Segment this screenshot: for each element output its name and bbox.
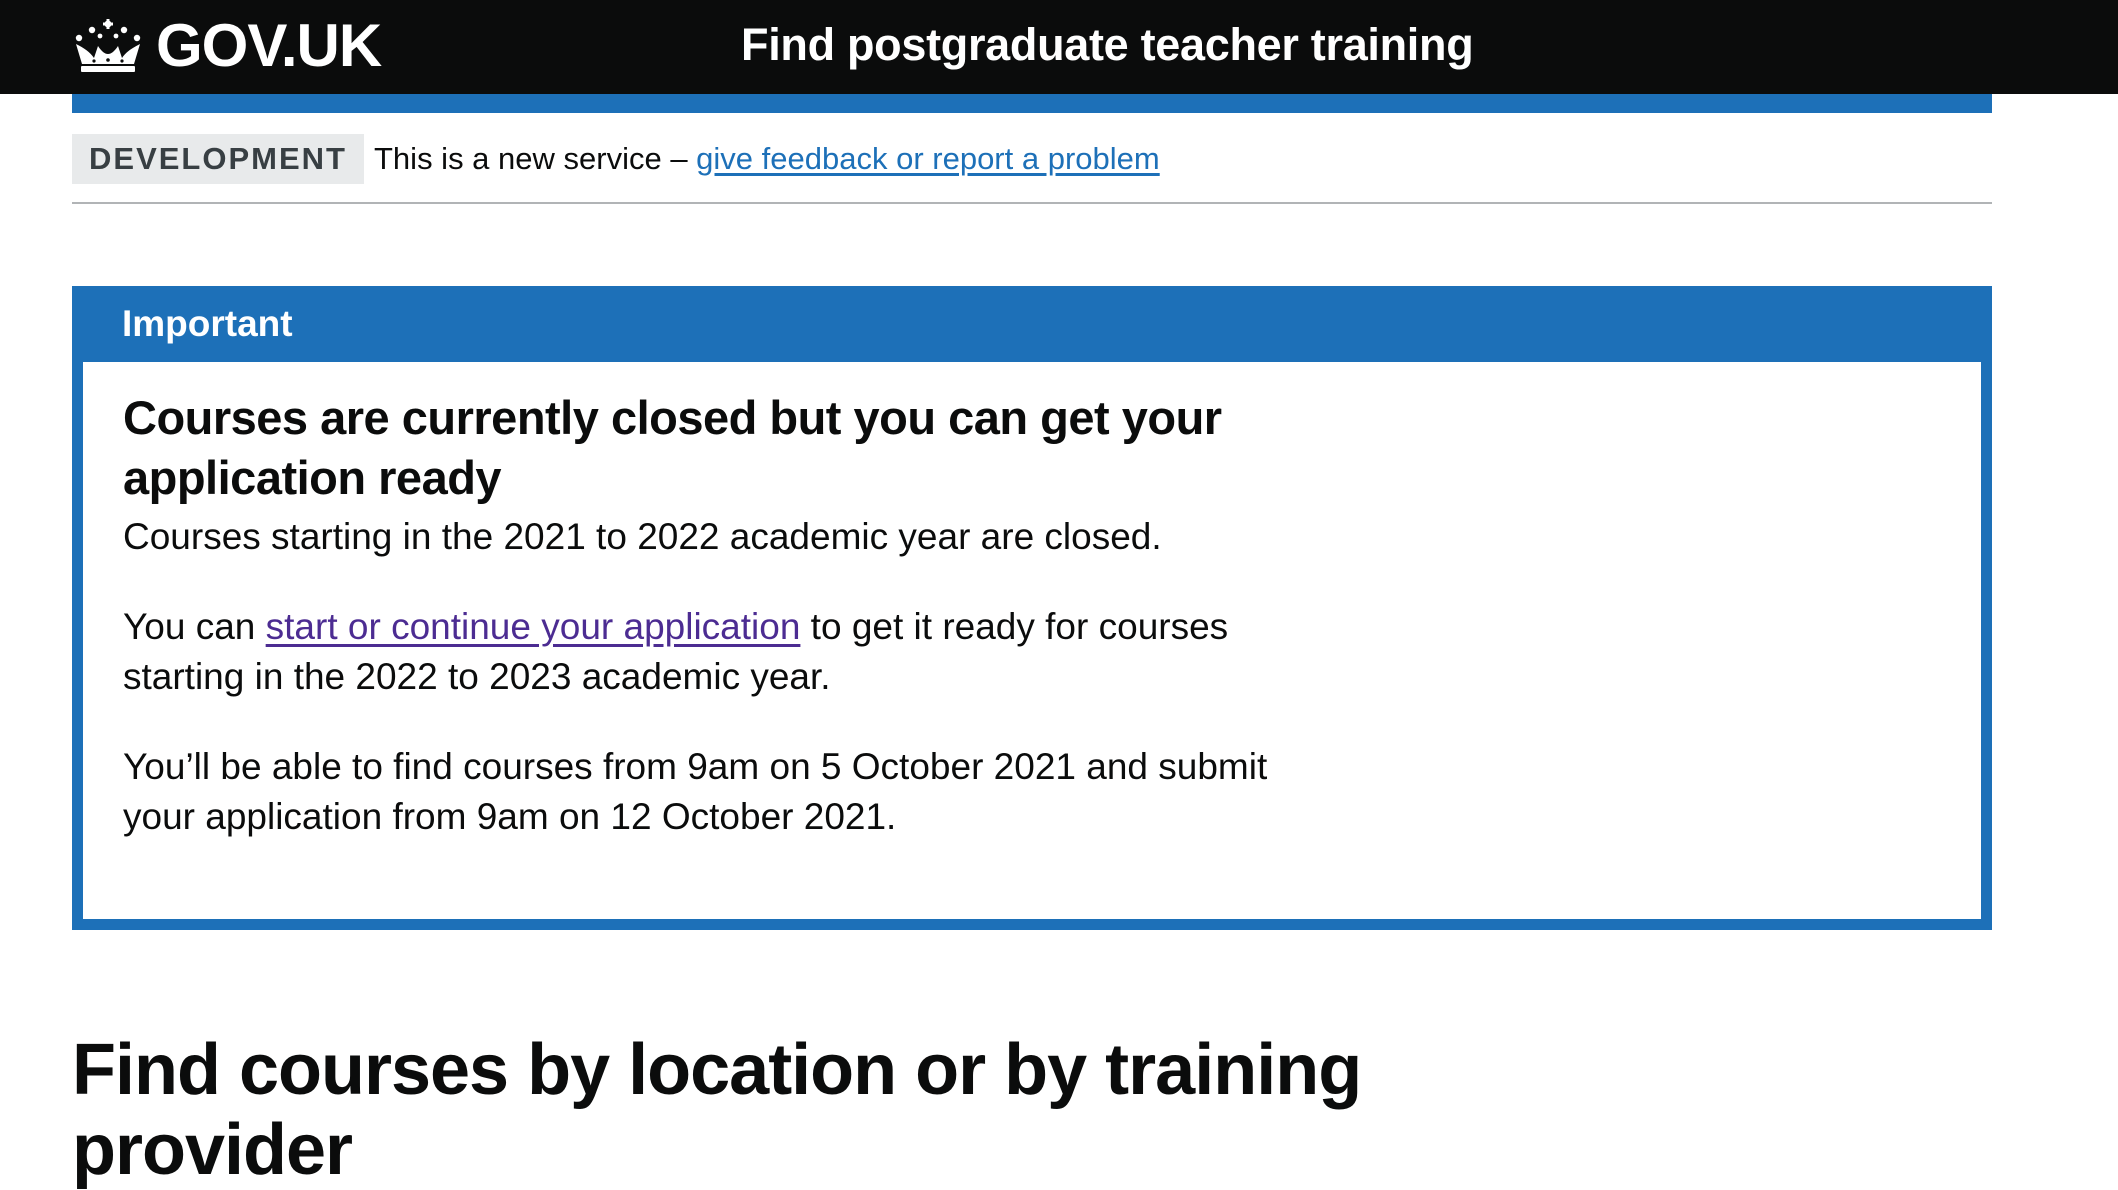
govuk-logo-link[interactable]: GOV.UK <box>72 12 382 79</box>
site-header: GOV.UK Find postgraduate teacher trainin… <box>0 0 2118 94</box>
govuk-logo-text: GOV.UK <box>156 12 382 79</box>
notification-paragraph-2: You can start or continue your applicati… <box>123 602 1303 702</box>
phase-banner-text: This is a new service – give feedback or… <box>374 137 1160 181</box>
paragraph-2-before: You can <box>123 606 266 647</box>
page-title: Find courses by location or by training … <box>72 1030 1362 1190</box>
notification-banner: Important Courses are currently closed b… <box>72 286 1992 930</box>
service-name-link[interactable]: Find postgraduate teacher training <box>741 15 1474 75</box>
phase-banner-intro: This is a new service – <box>374 141 697 176</box>
phase-banner: DEVELOPMENT This is a new service – give… <box>72 113 1992 204</box>
notification-paragraph-3: You’ll be able to find courses from 9am … <box>123 746 1268 837</box>
phase-tag: DEVELOPMENT <box>72 134 364 184</box>
notification-heading: Courses are currently closed but you can… <box>123 391 1222 504</box>
crown-icon <box>75 19 141 72</box>
notification-paragraph-1: Courses starting in the 2021 to 2022 aca… <box>123 516 1162 557</box>
notification-title: Important <box>122 303 293 344</box>
feedback-link[interactable]: give feedback or report a problem <box>696 141 1160 176</box>
application-link[interactable]: start or continue your application <box>266 606 801 647</box>
header-blue-bar <box>72 94 1992 113</box>
notification-content: Courses are currently closed but you can… <box>83 362 1981 919</box>
